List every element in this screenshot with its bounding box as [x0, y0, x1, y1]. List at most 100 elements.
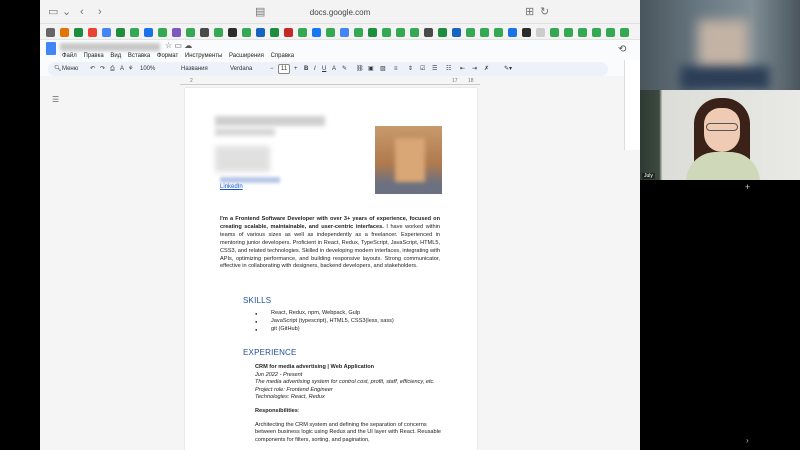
bookmark-icon[interactable]: [508, 28, 517, 37]
bookmark-icon[interactable]: [410, 28, 419, 37]
spellcheck-icon[interactable]: A: [120, 65, 124, 73]
history-icon[interactable]: ⟲: [618, 44, 626, 55]
video-tile-1[interactable]: [640, 0, 800, 90]
editing-mode-icon[interactable]: ✎▾: [504, 65, 512, 73]
undo-icon[interactable]: ↶: [90, 65, 95, 73]
text-color-icon[interactable]: A: [332, 65, 336, 73]
search-icon[interactable]: 🔍︎: [54, 65, 62, 73]
clear-formatting-icon[interactable]: ✗: [484, 65, 489, 73]
bookmark-icon[interactable]: [340, 28, 349, 37]
style-select[interactable]: Названия: [181, 65, 208, 73]
bookmark-icon[interactable]: [480, 28, 489, 37]
forward-icon[interactable]: ›: [98, 6, 102, 18]
chevron-down-icon[interactable]: ⌄: [62, 6, 71, 18]
bookmark-icon[interactable]: [116, 28, 125, 37]
folder-icon[interactable]: ▭: [174, 41, 182, 50]
bookmark-icon[interactable]: [396, 28, 405, 37]
print-icon[interactable]: ⎙: [110, 65, 115, 73]
side-panel[interactable]: [624, 60, 640, 150]
bookmark-icon[interactable]: [88, 28, 97, 37]
bookmark-icon[interactable]: [494, 28, 503, 37]
email-link[interactable]: [220, 177, 280, 183]
redo-icon[interactable]: ↷: [100, 65, 105, 73]
bold-icon[interactable]: B: [304, 65, 308, 73]
bookmark-icon[interactable]: [130, 28, 139, 37]
bookmark-icon[interactable]: [256, 28, 265, 37]
bookmark-icon[interactable]: [74, 28, 83, 37]
bookmark-icon[interactable]: [186, 28, 195, 37]
doc-title[interactable]: [60, 43, 160, 51]
underline-icon[interactable]: U: [322, 65, 326, 73]
bulleted-list-icon[interactable]: ☰: [432, 65, 437, 73]
bookmark-icon[interactable]: [46, 28, 55, 37]
outline-icon[interactable]: ☰: [52, 95, 59, 104]
docs-logo-icon[interactable]: [46, 42, 56, 55]
add-icon[interactable]: +: [745, 182, 750, 192]
bookmark-icon[interactable]: [578, 28, 587, 37]
bookmark-icon[interactable]: [200, 28, 209, 37]
bookmark-icon[interactable]: [424, 28, 433, 37]
bookmark-icon[interactable]: [158, 28, 167, 37]
document-canvas[interactable]: LinkedIn I'm a Frontend Software Develop…: [40, 88, 640, 450]
increase-size-button[interactable]: +: [294, 65, 298, 73]
menu-format[interactable]: Формат: [157, 53, 178, 59]
document-page[interactable]: LinkedIn I'm a Frontend Software Develop…: [185, 88, 477, 450]
chevron-right-icon[interactable]: ›: [746, 436, 749, 445]
bookmark-icon[interactable]: [326, 28, 335, 37]
menu-view[interactable]: Вид: [110, 53, 121, 59]
font-size-input[interactable]: 11: [278, 64, 290, 74]
bookmark-icon[interactable]: [284, 28, 293, 37]
reload-icon[interactable]: ↻: [540, 6, 549, 18]
bookmark-icon[interactable]: [606, 28, 615, 37]
bookmark-icon[interactable]: [102, 28, 111, 37]
highlight-icon[interactable]: ✎: [342, 65, 347, 73]
bookmark-icon[interactable]: [438, 28, 447, 37]
italic-icon[interactable]: I: [314, 65, 316, 73]
video-tile-2[interactable]: July: [640, 90, 800, 180]
menu-extensions[interactable]: Расширения: [229, 53, 264, 59]
menu-tools[interactable]: Инструменты: [185, 53, 222, 59]
bookmark-icon[interactable]: [354, 28, 363, 37]
star-icon[interactable]: ☆: [165, 41, 172, 50]
link-icon[interactable]: ⛓: [356, 65, 364, 73]
bookmark-icon[interactable]: [550, 28, 559, 37]
bookmark-icon[interactable]: [620, 28, 629, 37]
bookmark-icon[interactable]: [214, 28, 223, 37]
menu-edit[interactable]: Правка: [83, 53, 103, 59]
decrease-size-button[interactable]: −: [270, 65, 274, 73]
back-icon[interactable]: ‹: [80, 6, 84, 18]
bookmark-icon[interactable]: [312, 28, 321, 37]
bookmark-icon[interactable]: [382, 28, 391, 37]
bookmark-icon[interactable]: [242, 28, 251, 37]
paint-format-icon[interactable]: ⚘: [128, 65, 133, 73]
translate-icon[interactable]: ⊞: [525, 6, 534, 18]
bookmark-icon[interactable]: [466, 28, 475, 37]
bookmark-icon[interactable]: [452, 28, 461, 37]
bookmark-icon[interactable]: [368, 28, 377, 37]
address-bar[interactable]: docs.google.com: [220, 5, 460, 20]
bookmark-icon[interactable]: [522, 28, 531, 37]
decrease-indent-icon[interactable]: ⇤: [460, 65, 465, 73]
sidebar-icon[interactable]: ▭: [48, 6, 58, 18]
numbered-list-icon[interactable]: ☷: [446, 65, 451, 73]
checklist-icon[interactable]: ☑: [420, 65, 425, 73]
line-spacing-icon[interactable]: ⇕: [408, 65, 413, 73]
menu-file[interactable]: Файл: [62, 53, 77, 59]
image-icon[interactable]: ▨: [380, 65, 386, 73]
menu-insert[interactable]: Вставка: [128, 53, 150, 59]
cloud-icon[interactable]: ☁: [184, 41, 192, 50]
bookmark-icon[interactable]: [60, 28, 69, 37]
menu-help[interactable]: Справка: [271, 53, 295, 59]
bookmark-icon[interactable]: [144, 28, 153, 37]
search-menu-label[interactable]: Меню: [62, 65, 78, 73]
align-icon[interactable]: ≡: [394, 65, 398, 73]
linkedin-link[interactable]: LinkedIn: [220, 184, 243, 190]
bookmark-icon[interactable]: [172, 28, 181, 37]
increase-indent-icon[interactable]: ⇥: [472, 65, 477, 73]
star-icon[interactable]: [536, 28, 545, 37]
bookmark-icon[interactable]: [564, 28, 573, 37]
bookmark-icon[interactable]: [298, 28, 307, 37]
font-select[interactable]: Verdana: [230, 65, 252, 73]
bookmark-icon[interactable]: [592, 28, 601, 37]
comment-icon[interactable]: ▣: [368, 65, 374, 73]
